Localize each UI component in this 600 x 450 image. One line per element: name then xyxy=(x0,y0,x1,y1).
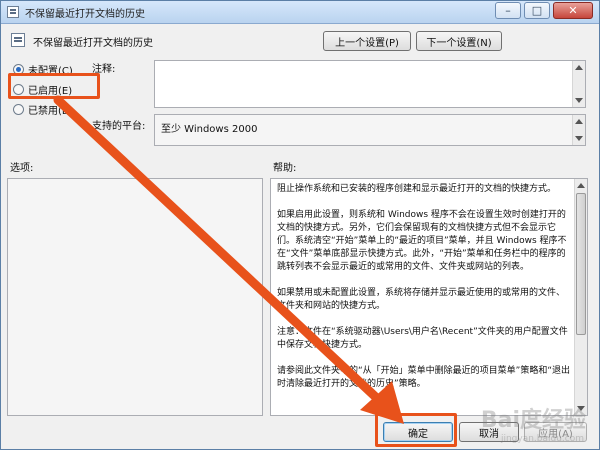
help-panel: 阻止操作系统和已安装的程序创建和显示最近打开的文档的快捷方式。 如果启用此设置，… xyxy=(270,178,588,416)
platform-label: 支持的平台: xyxy=(92,121,146,132)
help-paragraph: 阻止操作系统和已安装的程序创建和显示最近打开的文档的快捷方式。 xyxy=(277,184,557,194)
help-paragraph: 请参阅此文件夹中的“从「开始」菜单中删除最近的项目菜单”策略和“退出时清除最近打… xyxy=(277,366,570,389)
setting-title: 不保留最近打开文档的历史 xyxy=(33,38,153,49)
comment-textarea[interactable] xyxy=(154,60,586,108)
options-panel xyxy=(7,178,263,416)
scroll-down-icon[interactable] xyxy=(575,136,583,141)
scroll-thumb[interactable] xyxy=(576,193,586,335)
watermark: Bai度经验 xyxy=(480,408,586,433)
watermark-sub: jingyan.baidu.com xyxy=(500,434,584,444)
scroll-down-icon[interactable] xyxy=(575,98,583,103)
close-icon[interactable]: ✕ xyxy=(553,2,593,19)
radio-label: 已禁用(D) xyxy=(28,106,74,117)
help-text: 阻止操作系统和已安装的程序创建和显示最近打开的文档的快捷方式。 如果启用此设置，… xyxy=(277,183,571,411)
radio-label: 已启用(E) xyxy=(28,86,73,97)
minimize-icon[interactable]: – xyxy=(495,2,521,19)
radio-label: 未配置(C) xyxy=(28,66,73,77)
policy-icon xyxy=(7,6,19,18)
options-label: 选项: xyxy=(10,163,34,174)
platform-box: 至少 Windows 2000 xyxy=(154,114,586,146)
comment-scrollbar[interactable] xyxy=(572,61,585,107)
next-setting-button[interactable]: 下一个设置(N) xyxy=(416,31,502,51)
scroll-up-icon[interactable] xyxy=(575,65,583,70)
window-title: 不保留最近打开文档的历史 xyxy=(25,9,145,20)
help-paragraph: 如果启用此设置，则系统和 Windows 程序不会在设置生效时创建打开的文档的快… xyxy=(277,210,567,272)
platform-value: 至少 Windows 2000 xyxy=(161,124,258,135)
radio-not-configured[interactable]: 未配置(C) xyxy=(13,62,73,77)
title-bar[interactable]: 不保留最近打开文档的历史 – □ ✕ xyxy=(1,1,599,24)
platform-scrollbar[interactable] xyxy=(572,115,585,145)
scroll-up-icon[interactable] xyxy=(575,119,583,124)
help-label: 帮助: xyxy=(273,163,297,174)
maximize-icon[interactable]: □ xyxy=(524,2,550,19)
prev-setting-button[interactable]: 上一个设置(P) xyxy=(323,31,411,51)
radio-enabled[interactable]: 已启用(E) xyxy=(13,82,72,97)
help-paragraph: 如果禁用或未配置此设置，系统将存储并显示最近使用的或常用的文件、文件夹和网站的快… xyxy=(277,288,566,311)
radio-unchecked-icon xyxy=(13,84,24,95)
scroll-up-icon[interactable] xyxy=(577,183,585,188)
radio-unchecked-icon xyxy=(13,104,24,115)
help-paragraph: 注意：文件在“系统驱动器\Users\用户名\Recent”文件夹的用户配置文件… xyxy=(277,327,568,350)
window-controls: – □ ✕ xyxy=(495,2,593,19)
comment-label: 注释: xyxy=(92,64,116,75)
help-scrollbar[interactable] xyxy=(574,179,587,415)
radio-checked-icon xyxy=(13,64,24,75)
policy-dialog: 不保留最近打开文档的历史 – □ ✕ 不保留最近打开文档的历史 上一个设置(P)… xyxy=(0,0,600,450)
setting-icon xyxy=(11,33,25,47)
ok-button[interactable]: 确定 xyxy=(383,422,453,442)
radio-disabled[interactable]: 已禁用(D) xyxy=(13,102,74,117)
